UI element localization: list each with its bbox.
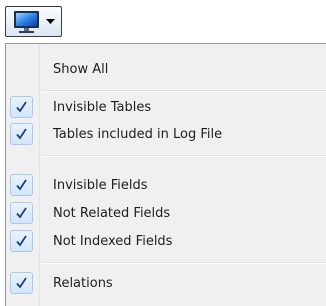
checkmark-icon: [10, 202, 33, 224]
menu-separator: [42, 262, 326, 264]
menu-item-label: Tables included in Log File: [53, 127, 223, 142]
menu-item-not-related-fields[interactable]: Not Related Fields: [8, 201, 324, 226]
checkmark-icon: [10, 174, 33, 196]
menu-item-label: Show All: [53, 62, 109, 77]
menu-item-label: Invisible Fields: [53, 178, 148, 193]
menu-item-tables-included-in-log-file[interactable]: Tables included in Log File: [8, 122, 324, 147]
chevron-down-icon: [46, 19, 55, 24]
checkmark-icon: [10, 230, 33, 252]
view-options-dropdown-button[interactable]: [5, 6, 62, 37]
view-options-menu: Show All Invisible Tables Tables include…: [5, 43, 326, 306]
menu-separator: [42, 90, 326, 92]
checkmark-icon: [10, 123, 33, 145]
menu-item-label: Not Related Fields: [53, 206, 171, 221]
menu-item-invisible-tables[interactable]: Invisible Tables: [8, 95, 324, 120]
monitor-icon: [14, 11, 39, 33]
menu-separator: [42, 155, 326, 157]
menu-item-label: Invisible Tables: [53, 100, 152, 115]
menu-item-not-indexed-fields[interactable]: Not Indexed Fields: [8, 229, 324, 254]
checkmark-icon: [10, 96, 33, 118]
menu-item-label: Relations: [53, 276, 113, 291]
menu-item-label: Not Indexed Fields: [53, 234, 173, 249]
menu-item-relations[interactable]: Relations: [8, 271, 324, 296]
menu-item-show-all[interactable]: Show All: [8, 57, 324, 82]
menu-item-invisible-fields[interactable]: Invisible Fields: [8, 173, 324, 198]
checkmark-icon: [10, 272, 33, 294]
